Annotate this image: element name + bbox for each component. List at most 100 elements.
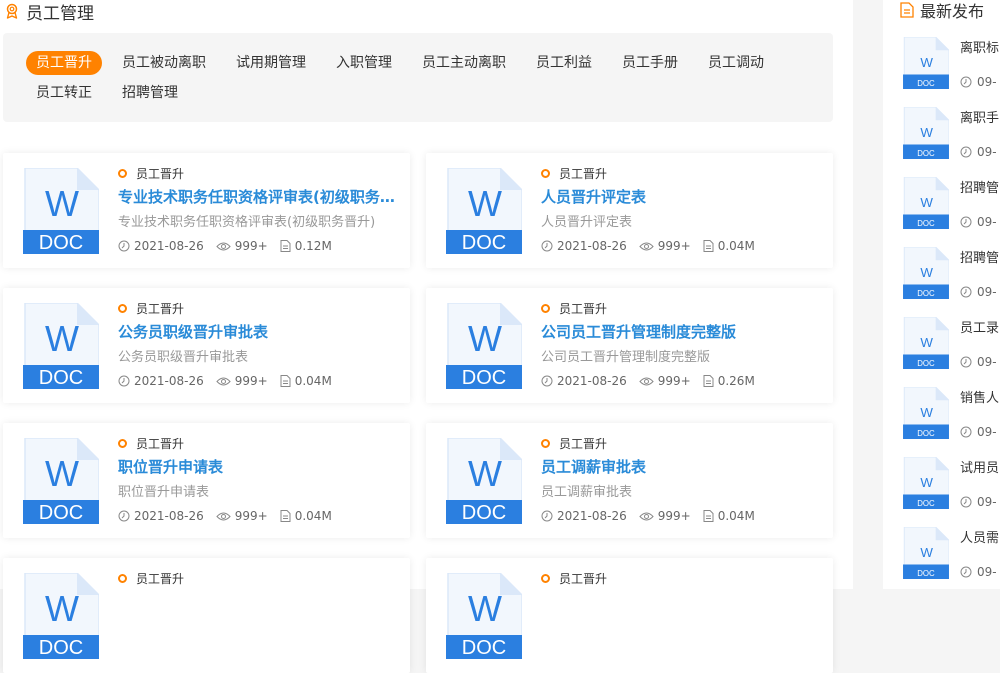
main-content: 员工管理 员工晋升 员工被动离职 试用期管理 入职管理 员工主动离职 员工利益 …: [0, 0, 853, 673]
file-size-icon: [703, 375, 714, 387]
doc-letter: W: [920, 195, 933, 210]
word-doc-icon: W DOC: [903, 176, 950, 230]
card-views: 999+: [657, 374, 691, 388]
card-size: 0.04M: [294, 509, 332, 523]
card-category: 员工晋升: [118, 435, 184, 452]
card-description: 公司员工晋升管理制度完整版: [541, 350, 711, 365]
card-date: 2021-08-26: [557, 374, 627, 388]
latest-item[interactable]: W DOC 试用员 09-: [903, 456, 1000, 527]
doc-type: DOC: [39, 637, 83, 659]
latest-item-title[interactable]: 销售人: [960, 387, 1000, 406]
category-label: 员工晋升: [559, 302, 608, 316]
doc-letter: W: [920, 405, 933, 420]
latest-item-title[interactable]: 招聘管: [960, 247, 1000, 266]
eye-icon: [216, 512, 231, 520]
file-size-icon: [280, 240, 291, 252]
card-category: 员工晋升: [541, 300, 607, 317]
tab-passive-resignation[interactable]: 员工被动离职: [112, 51, 216, 75]
category-dot-icon: [541, 574, 550, 583]
word-doc-icon: W DOC: [903, 106, 950, 160]
word-doc-icon: W DOC: [903, 456, 950, 510]
card-title-link[interactable]: 专业技术职务任职资格评审表(初级职务晋升): [118, 186, 398, 207]
latest-item-title[interactable]: 离职标: [960, 37, 1000, 56]
sidebar-title: 最新发布: [920, 2, 985, 21]
card-meta: 2021-08-26 999+ 0.04M: [541, 509, 767, 523]
card-title-link[interactable]: 公务员职级晋升审批表: [118, 321, 398, 342]
doc-letter: W: [920, 265, 933, 280]
page-header: 员工管理: [4, 0, 94, 24]
category-dot-icon: [118, 439, 127, 448]
latest-item-date: 09-: [977, 425, 997, 439]
tab-employee-benefits[interactable]: 员工利益: [526, 51, 602, 75]
card-size: 0.04M: [294, 374, 332, 388]
card-title-link[interactable]: 人员晋升评定表: [541, 186, 821, 207]
tab-employee-handbook[interactable]: 员工手册: [612, 51, 688, 75]
card-views: 999+: [657, 509, 691, 523]
tab-employee-transfer[interactable]: 员工调动: [698, 51, 774, 75]
card-meta: 2021-08-26 999+ 0.04M: [541, 239, 767, 253]
tab-employee-regularization[interactable]: 员工转正: [26, 81, 102, 105]
latest-item-date-row: 09-: [960, 145, 1000, 159]
tab-probation-management[interactable]: 试用期管理: [226, 51, 316, 75]
latest-item[interactable]: W DOC 离职标 09-: [903, 36, 1000, 107]
latest-item-title[interactable]: 员工录: [960, 317, 1000, 336]
tab-voluntary-resignation[interactable]: 员工主动离职: [412, 51, 516, 75]
latest-item-title[interactable]: 离职手: [960, 107, 1000, 126]
category-dot-icon: [541, 439, 550, 448]
latest-item[interactable]: W DOC 销售人 09-: [903, 386, 1000, 457]
word-doc-icon: W DOC: [23, 572, 100, 660]
latest-item-date-row: 09-: [960, 285, 1000, 299]
word-doc-icon: W DOC: [903, 526, 950, 580]
card-date: 2021-08-26: [134, 374, 204, 388]
latest-item[interactable]: W DOC 员工录 09-: [903, 316, 1000, 387]
eye-icon: [639, 512, 654, 520]
category-tabs: 员工晋升 员工被动离职 试用期管理 入职管理 员工主动离职 员工利益 员工手册 …: [3, 33, 833, 122]
document-card[interactable]: W DOC 员工晋升 专业技术职务任职资格评审表(初级职务晋升) 专业技术职务任职资格评…: [3, 153, 410, 268]
doc-type: DOC: [39, 367, 83, 389]
clock-icon: [541, 240, 553, 252]
doc-letter: W: [920, 545, 933, 560]
category-label: 员工晋升: [136, 302, 185, 316]
clock-icon: [960, 216, 972, 228]
tab-recruitment-management[interactable]: 招聘管理: [112, 81, 188, 105]
card-views: 999+: [657, 239, 691, 253]
file-size-icon: [703, 510, 714, 522]
latest-item[interactable]: W DOC 招聘管 09-: [903, 176, 1000, 247]
document-card[interactable]: W DOC 员工晋升 公务员职级晋升审批表 公务员职级晋升审批表 2021-08-26 99…: [3, 288, 410, 403]
document-card[interactable]: W DOC 员工晋升 职位晋升申请表 职位晋升申请表 2021-08-26 999+ 0.04…: [3, 423, 410, 538]
card-views: 999+: [234, 239, 268, 253]
card-views: 999+: [234, 509, 268, 523]
latest-item[interactable]: W DOC 招聘管 09-: [903, 246, 1000, 317]
document-card[interactable]: W DOC 员工晋升 员工调薪审批表 员工调薪审批表 2021-08-26 999+ 0.04…: [426, 423, 833, 538]
latest-item[interactable]: W DOC 人员需 09-: [903, 526, 1000, 597]
category-label: 员工晋升: [559, 437, 608, 451]
document-card[interactable]: W DOC 员工晋升 公司员工晋升管理制度完整版 公司员工晋升管理制度完整版 2021-0…: [426, 288, 833, 403]
doc-type: DOC: [917, 499, 935, 508]
tab-onboarding-management[interactable]: 入职管理: [326, 51, 402, 75]
card-description: 人员晋升评定表: [541, 215, 633, 230]
card-size: 0.26M: [717, 374, 755, 388]
latest-item-title[interactable]: 招聘管: [960, 177, 1000, 196]
card-title-link[interactable]: 公司员工晋升管理制度完整版: [541, 321, 821, 342]
tab-employee-promotion[interactable]: 员工晋升: [26, 51, 102, 75]
document-icon: [900, 2, 914, 18]
document-card[interactable]: W DOC 员工晋升 人员晋升评定表 人员晋升评定表 2021-08-26 999+ 0.04…: [426, 153, 833, 268]
doc-letter: W: [468, 453, 502, 494]
latest-item-title[interactable]: 试用员: [960, 457, 1000, 476]
doc-type: DOC: [462, 367, 506, 389]
latest-item[interactable]: W DOC 离职手 09-: [903, 106, 1000, 177]
latest-item-title[interactable]: 人员需: [960, 527, 1000, 546]
card-title-link[interactable]: 员工调薪审批表: [541, 456, 821, 477]
card-title-link[interactable]: 职位晋升申请表: [118, 456, 398, 477]
clock-icon: [960, 496, 972, 508]
doc-type: DOC: [462, 637, 506, 659]
clock-icon: [960, 286, 972, 298]
card-meta: 2021-08-26 999+ 0.04M: [118, 374, 344, 388]
latest-sidebar: 最新发布 W DOC 离职标 09- W DOC 离职手 09- W DOC 招聘管 09- W DOC 招…: [883, 0, 1000, 589]
latest-item-date-row: 09-: [960, 355, 1000, 369]
word-doc-icon: W DOC: [446, 167, 523, 255]
doc-letter: W: [468, 183, 502, 224]
document-card[interactable]: W DOC 员工晋升: [3, 558, 410, 673]
document-card[interactable]: W DOC 员工晋升: [426, 558, 833, 673]
award-icon: [6, 3, 18, 19]
